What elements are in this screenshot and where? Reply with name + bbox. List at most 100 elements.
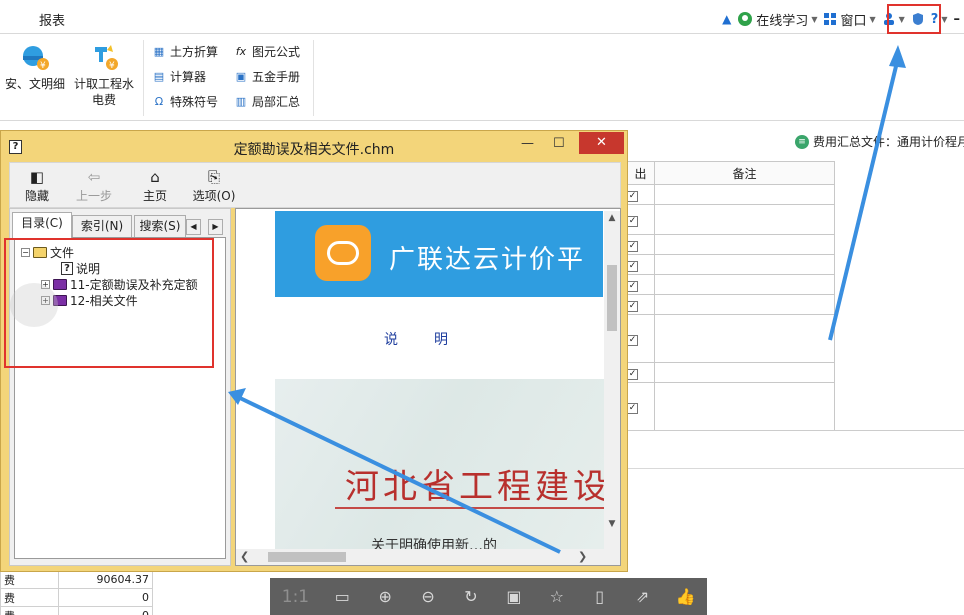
rotate-icon[interactable]: ↻ xyxy=(459,587,483,606)
partial-summary-button[interactable]: ▥ 局部汇总 xyxy=(234,92,300,110)
fee-value: 90604.37 xyxy=(58,570,153,589)
scroll-left-icon[interactable]: ❮ xyxy=(240,550,249,563)
scroll-right-icon[interactable]: ❯ xyxy=(578,550,587,563)
tab-contents[interactable]: 目录(C) xyxy=(12,212,72,238)
remark-cell[interactable] xyxy=(654,314,835,363)
row-checkbox[interactable]: ✓ xyxy=(627,191,638,202)
menu-window[interactable]: 窗口 ▼ xyxy=(823,10,876,29)
safety-civilized-label: 安、文明细 xyxy=(4,77,65,91)
row-checkbox[interactable]: ✓ xyxy=(627,403,638,414)
column-header-remarks: 备注 xyxy=(654,161,835,185)
share-icon[interactable]: ⇗ xyxy=(631,587,655,606)
remark-cell[interactable] xyxy=(654,184,835,205)
manual-icon: ▣ xyxy=(235,69,247,83)
remark-cell[interactable] xyxy=(654,204,835,235)
remark-cell[interactable] xyxy=(654,254,835,275)
element-formula-button[interactable]: fx 图元公式 xyxy=(234,42,300,60)
special-symbol-label: 特殊符号 xyxy=(170,94,219,109)
save-icon[interactable]: ▣ xyxy=(502,587,526,606)
remark-cell[interactable] xyxy=(654,294,835,315)
remark-cell[interactable] xyxy=(654,362,835,383)
back-arrow-icon: ⇦ xyxy=(87,168,101,186)
tab-search[interactable]: 搜索(S) xyxy=(134,215,186,237)
scroll-thumb[interactable] xyxy=(607,265,617,331)
fee-name: 费 xyxy=(0,588,59,607)
fit-screen-icon[interactable]: ▭ xyxy=(330,587,354,606)
content-pane: 广联达云计价平 说明 河北省工程建设 关于明确使用新…的 ▲ ▼ ❮ ❯ xyxy=(235,208,621,566)
minimize-icon[interactable]: – xyxy=(954,12,961,27)
row-checkbox[interactable]: ✓ xyxy=(627,281,638,292)
chm-toolbar: ◧ 隐藏 ⇦ 上一步 ⌂ 主页 ⎘ 选项(O) xyxy=(9,162,621,208)
workspace-divider xyxy=(626,468,964,469)
maximize-button[interactable]: ☐ xyxy=(553,136,565,151)
scroll-up-icon[interactable]: ▲ xyxy=(604,213,620,223)
annotation-highlight-tree xyxy=(4,238,214,368)
back-button[interactable]: ⇦ 上一步 xyxy=(72,167,116,204)
tab-index[interactable]: 索引(N) xyxy=(72,215,132,237)
safety-civilized-button[interactable]: ¥ 安、文明细 xyxy=(2,42,68,92)
minimize-button[interactable]: — xyxy=(521,136,534,151)
home-icon: ⌂ xyxy=(150,168,160,186)
hide-button[interactable]: ◧ 隐藏 xyxy=(20,167,54,204)
window-label: 窗口 xyxy=(840,13,867,29)
water-electric-fee-label-2: 电费 xyxy=(91,93,116,107)
table-row[interactable]: 费 0 xyxy=(0,588,153,607)
banner-title: 广联达云计价平 xyxy=(389,245,586,275)
cloud-logo-icon xyxy=(315,225,371,281)
row-checkbox[interactable]: ✓ xyxy=(627,301,638,312)
vertical-scrollbar[interactable]: ▲ ▼ xyxy=(604,211,620,549)
row-checkbox[interactable]: ✓ xyxy=(627,369,638,380)
partial-summary-label: 局部汇总 xyxy=(252,94,301,109)
top-menu-bar: 报表 ▲ 在线学习 ▼ 窗口 ▼ ▼ ? ▼ – xyxy=(0,0,964,34)
water-electric-fee-button[interactable]: ¥ 计取工程水 电费 xyxy=(72,42,136,108)
zoom-in-icon[interactable]: ⊕ xyxy=(373,587,397,606)
menu-report[interactable]: 报表 xyxy=(39,10,65,29)
tab-scroll-left-icon[interactable]: ◀ xyxy=(186,219,201,235)
earthwork-conversion-button[interactable]: ▦ 土方折算 xyxy=(152,42,218,60)
calculator-button[interactable]: ▤ 计算器 xyxy=(152,67,206,85)
remark-cell[interactable] xyxy=(654,382,835,431)
options-icon: ⎘ xyxy=(207,168,220,186)
actual-size-button[interactable]: 1:1 xyxy=(279,587,311,607)
fee-name: 费 xyxy=(0,606,59,615)
menu-online-learning[interactable]: 在线学习 ▼ xyxy=(737,10,817,29)
special-symbol-button[interactable]: Ω 特殊符号 xyxy=(152,92,218,110)
row-checkbox[interactable]: ✓ xyxy=(627,241,638,252)
chm-title-bar[interactable]: ? 定额勘误及相关文件.chm — ☐ ✕ xyxy=(1,131,627,162)
omega-icon: Ω xyxy=(154,94,164,108)
home-label: 主页 xyxy=(142,189,167,203)
options-button[interactable]: ⎘ 选项(O) xyxy=(190,167,238,204)
row-checkbox[interactable]: ✓ xyxy=(627,261,638,272)
home-button[interactable]: ⌂ 主页 xyxy=(138,167,172,204)
tab-scroll-right-icon[interactable]: ▶ xyxy=(208,219,223,235)
row-checkbox[interactable]: ✓ xyxy=(627,335,638,346)
horizontal-scrollbar[interactable]: ❮ ❯ xyxy=(236,549,620,565)
bookmark-icon[interactable]: ☆ xyxy=(545,587,569,606)
remark-cell[interactable] xyxy=(654,274,835,295)
faucet-icon: ¥ xyxy=(95,45,118,71)
calculator-label: 计算器 xyxy=(170,69,207,84)
chevron-down-icon: ▼ xyxy=(941,14,948,24)
photo-heading-text: 河北省工程建设 xyxy=(345,467,605,507)
ribbon-divider xyxy=(143,40,144,116)
close-button[interactable]: ✕ xyxy=(579,132,624,154)
earthwork-conversion-label: 土方折算 xyxy=(170,44,219,59)
headset-icon xyxy=(738,12,753,26)
hardhat-icon: ¥ xyxy=(23,46,49,71)
remark-cell[interactable] xyxy=(654,234,835,255)
like-icon[interactable]: 👍 xyxy=(673,587,697,606)
scroll-down-icon[interactable]: ▼ xyxy=(604,519,620,529)
zoom-out-icon[interactable]: ⊖ xyxy=(416,587,440,606)
table-row[interactable]: 费 0 xyxy=(0,606,153,615)
tablet-icon[interactable]: ▯ xyxy=(588,587,612,606)
row-checkbox[interactable]: ✓ xyxy=(627,216,638,227)
hardware-manual-button[interactable]: ▣ 五金手册 xyxy=(234,67,300,85)
photo-red-rule xyxy=(335,507,605,509)
cost-summary-file[interactable]: ≡ 费用汇总文件：通用计价程月 xyxy=(795,133,964,150)
collapse-ribbon-icon[interactable]: ▲ xyxy=(722,12,731,26)
image-viewer-toolbar: 1:1 ▭ ⊕ ⊖ ↻ ▣ ☆ ▯ ⇗ 👍 xyxy=(270,578,707,615)
fee-table: 费 90604.37 费 0 费 0 xyxy=(0,570,153,615)
scroll-thumb[interactable] xyxy=(268,552,346,562)
table-row[interactable]: 费 90604.37 xyxy=(0,570,153,589)
cost-summary-label: 费用汇总文件：通用计价程月 xyxy=(813,135,964,149)
